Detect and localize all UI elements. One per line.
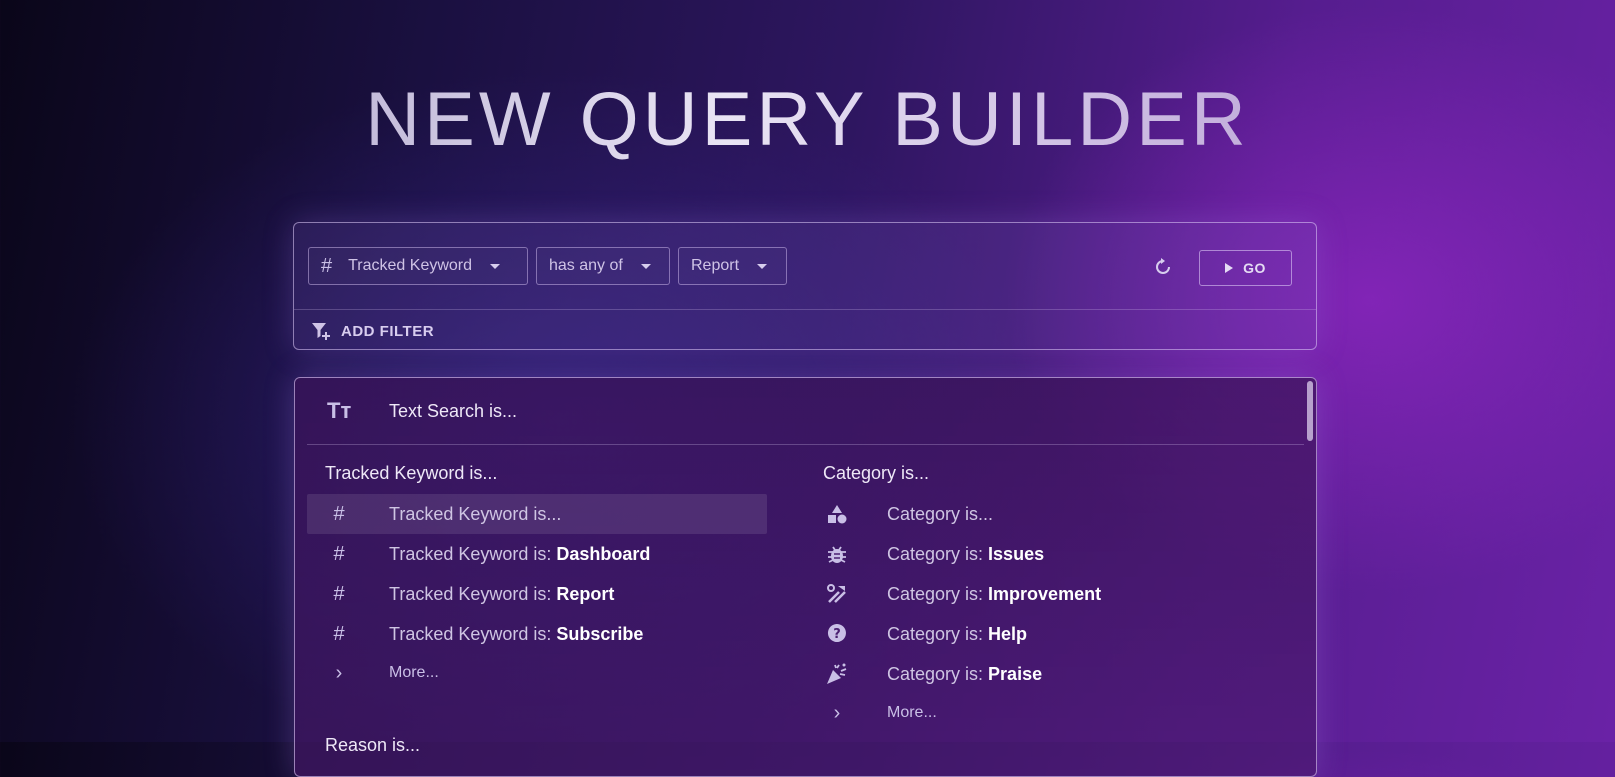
item-value: Subscribe [556, 623, 644, 644]
value-select-label: Report [691, 257, 740, 274]
list-item-tracked-subscribe[interactable]: # Tracked Keyword is: Subscribe [307, 614, 767, 654]
list-item-category-praise[interactable]: Category is: Praise [805, 654, 1285, 694]
item-value: Improvement [988, 583, 1102, 604]
play-icon [1225, 263, 1234, 273]
field-select-label: Tracked Keyword [348, 257, 473, 274]
list-item-tracked-keyword[interactable]: # Tracked Keyword is... [307, 494, 767, 534]
item-prefix: Tracked Keyword is: [389, 543, 557, 564]
help-icon: ? [827, 624, 846, 646]
chevron-down-icon [640, 263, 651, 269]
hash-icon: # [321, 254, 333, 277]
page-title: NEW QUERY BUILDER [0, 76, 1615, 163]
item-value: Help [988, 623, 1028, 644]
text-search-option[interactable]: Tт Text Search is... [307, 378, 1304, 445]
go-label: GO [1243, 260, 1266, 276]
go-button[interactable]: GO [1199, 250, 1292, 286]
tracked-keyword-heading: Tracked Keyword is... [325, 463, 498, 483]
item-prefix: Category is... [887, 503, 994, 524]
more-label: More... [887, 704, 937, 721]
item-prefix: Tracked Keyword is: [389, 583, 557, 604]
svg-text:?: ? [833, 627, 841, 642]
add-filter-button[interactable]: ADD FILTER [311, 321, 434, 341]
chevron-right-icon: › [335, 661, 343, 684]
item-prefix: Category is: [887, 543, 989, 564]
operator-select-label: has any of [549, 257, 623, 274]
hash-icon: # [333, 542, 345, 565]
item-prefix: Category is: [887, 583, 989, 604]
chevron-down-icon [490, 263, 501, 269]
field-select[interactable]: # Tracked Keyword [308, 247, 528, 285]
tracked-more-button[interactable]: › More... [307, 653, 767, 693]
chevron-right-icon: › [833, 701, 841, 724]
item-value: Praise [988, 663, 1043, 684]
scrollbar-thumb[interactable] [1307, 381, 1313, 441]
text-search-label: Text Search is... [389, 400, 518, 421]
filter-add-icon [312, 323, 330, 340]
party-icon [827, 663, 847, 684]
list-item-category[interactable]: Category is... [805, 494, 1285, 534]
suggestions-dropdown: Tт Text Search is... Tracked Keyword is.… [294, 377, 1317, 777]
item-prefix: Tracked Keyword is... [389, 503, 562, 524]
bug-icon [828, 546, 846, 563]
chevron-down-icon [757, 263, 768, 269]
value-select[interactable]: Report [678, 247, 787, 285]
shapes-icon [828, 505, 847, 524]
item-prefix: Category is: [887, 623, 989, 644]
hash-icon: # [333, 582, 345, 605]
list-item-category-issues[interactable]: Category is: Issues [805, 534, 1285, 574]
more-label: More... [389, 664, 439, 681]
item-prefix: Category is: [887, 663, 989, 684]
list-item-category-help[interactable]: ? Category is: Help [805, 614, 1285, 654]
category-heading: Category is... [823, 463, 930, 483]
query-panel: # Tracked Keyword has any of Report ADD … [293, 222, 1317, 350]
category-more-button[interactable]: › More... [805, 693, 1285, 733]
refresh-icon[interactable] [1152, 256, 1174, 278]
reason-heading: Reason is... [325, 735, 421, 755]
hash-icon: # [333, 622, 345, 645]
panel-divider [294, 309, 1316, 310]
list-item-tracked-dashboard[interactable]: # Tracked Keyword is: Dashboard [307, 534, 767, 574]
add-filter-label: ADD FILTER [341, 322, 435, 340]
hash-icon: # [333, 502, 345, 525]
item-value: Dashboard [556, 543, 651, 564]
tools-icon [827, 584, 846, 603]
list-item-tracked-report[interactable]: # Tracked Keyword is: Report [307, 574, 767, 614]
operator-select[interactable]: has any of [536, 247, 670, 285]
text-format-icon: Tт [327, 398, 352, 423]
item-value: Report [556, 583, 615, 604]
filter-row: # Tracked Keyword has any of Report [308, 247, 787, 285]
item-prefix: Tracked Keyword is: [389, 623, 557, 644]
item-value: Issues [988, 543, 1045, 564]
list-item-category-improvement[interactable]: Category is: Improvement [805, 574, 1285, 614]
